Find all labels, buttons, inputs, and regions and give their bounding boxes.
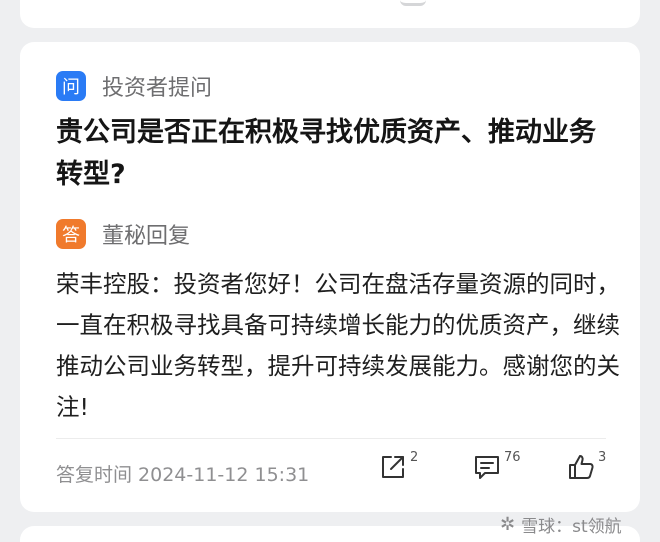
share-icon	[382, 456, 404, 478]
question-header: 问 投资者提问	[56, 70, 212, 102]
previous-card-icon	[400, 0, 426, 6]
divider	[56, 438, 606, 439]
snowball-icon: ✲	[500, 514, 516, 535]
watermark-text: 雪球：st领航	[521, 517, 622, 537]
watermark: ✲ 雪球：st领航	[500, 512, 622, 537]
answer-header-label: 董秘回复	[102, 224, 191, 249]
answer-badge: 答	[56, 219, 86, 249]
question-badge: 问	[56, 71, 86, 101]
answer-header: 答 董秘回复	[56, 218, 190, 250]
like-button[interactable]: 3	[566, 450, 607, 482]
question-header-label: 投资者提问	[102, 76, 213, 101]
answer-text: 荣丰控股：投资者您好！公司在盘活存量资源的同时，一直在积极寻找具备可持续增长能力…	[56, 270, 620, 421]
comment-icon	[475, 456, 499, 479]
question-text: 贵公司是否正在积极寻找优质资产、推动业务转型?	[56, 117, 596, 190]
previous-card	[20, 0, 640, 28]
comment-count: 76	[504, 450, 521, 465]
share-count: 2	[410, 450, 419, 465]
share-button[interactable]: 2	[378, 450, 419, 482]
like-count: 3	[598, 450, 607, 465]
comment-button[interactable]: 76	[472, 450, 521, 482]
qa-card: 问 投资者提问 贵公司是否正在积极寻找优质资产、推动业务转型? 答 董秘回复 荣…	[20, 42, 640, 512]
thumbs-up-icon	[569, 455, 594, 479]
reply-time: 答复时间 2024-11-12 15:31	[56, 464, 310, 486]
